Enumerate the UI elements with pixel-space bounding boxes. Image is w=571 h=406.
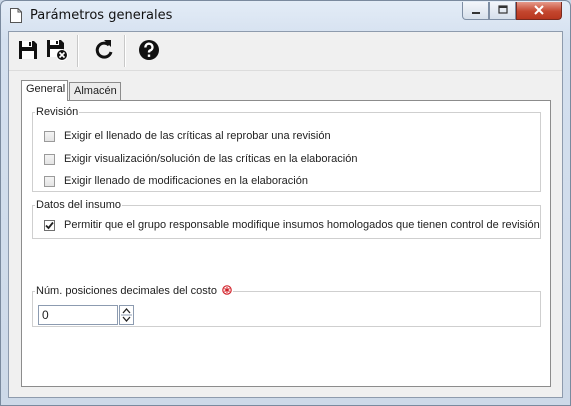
close-icon: [534, 5, 544, 15]
tab-label: General: [26, 83, 66, 95]
refresh-button[interactable]: [91, 37, 117, 63]
datos-insumo-legend: Datos del insumo: [36, 199, 121, 211]
spinner-arrows-icon: [121, 308, 132, 322]
checkbox-label: Exigir llenado de modificaciones en la e…: [64, 175, 308, 187]
maximize-icon: [497, 5, 508, 14]
checkbox-label: Exigir el llenado de las críticas al rep…: [64, 130, 331, 142]
document-icon: [10, 8, 22, 23]
tab-panel-general: Revisión Exigir el llenado de las crític…: [21, 100, 551, 387]
window: Parámetros generales General Almacén Rev…: [0, 0, 571, 406]
checkmark-icon: [45, 221, 54, 229]
checkbox[interactable]: [44, 153, 55, 165]
toolbar-separator: [77, 35, 79, 67]
decimales-legend: Núm. posiciones decimales del costo: [35, 285, 233, 297]
revision-group: Revisión Exigir el llenado de las crític…: [32, 106, 541, 192]
checkbox-row[interactable]: Exigir llenado de modificaciones en la e…: [44, 175, 308, 187]
help-icon: [139, 40, 159, 60]
save-button[interactable]: [15, 37, 41, 63]
tab-label: Almacén: [74, 85, 117, 97]
maximize-button[interactable]: [489, 2, 516, 20]
checkbox[interactable]: [44, 175, 55, 187]
save-and-close-button[interactable]: [44, 37, 70, 63]
tab-general[interactable]: General: [21, 80, 68, 101]
close-button[interactable]: [516, 2, 562, 20]
revision-legend: Revisión: [36, 106, 79, 118]
title-bar[interactable]: Parámetros generales: [1, 1, 570, 31]
toolbar-separator: [124, 35, 126, 67]
checkbox-row[interactable]: Exigir el llenado de las críticas al rep…: [44, 130, 331, 142]
refresh-icon: [95, 40, 113, 59]
decimales-group: Núm. posiciones decimales del costo 0: [32, 285, 541, 327]
decimales-spinner[interactable]: [119, 305, 134, 325]
checkbox[interactable]: [44, 130, 55, 142]
decimales-input[interactable]: 0: [38, 305, 118, 325]
tab-almacen[interactable]: Almacén: [69, 82, 121, 101]
required-icon: [222, 285, 232, 295]
minimize-icon: [471, 12, 480, 14]
checkbox-label: Permitir que el grupo responsable modifi…: [64, 219, 540, 231]
help-button[interactable]: [136, 37, 162, 63]
minimize-button[interactable]: [462, 2, 489, 20]
toolbar: [9, 32, 562, 71]
decimales-legend-text: Núm. posiciones decimales del costo: [36, 285, 217, 297]
checkbox-checked[interactable]: [44, 219, 55, 231]
save-icon: [19, 41, 37, 59]
datos-insumo-group: Datos del insumo Permitir que el grupo r…: [32, 199, 541, 239]
client-area: General Almacén Revisión Exigir el llena…: [8, 31, 563, 398]
window-title: Parámetros generales: [30, 8, 173, 23]
save-and-close-icon: [47, 40, 68, 61]
checkbox-label: Exigir visualización/solución de las crí…: [64, 153, 358, 165]
checkbox-row[interactable]: Exigir visualización/solución de las crí…: [44, 153, 357, 165]
checkbox-row[interactable]: Permitir que el grupo responsable modifi…: [44, 219, 540, 231]
